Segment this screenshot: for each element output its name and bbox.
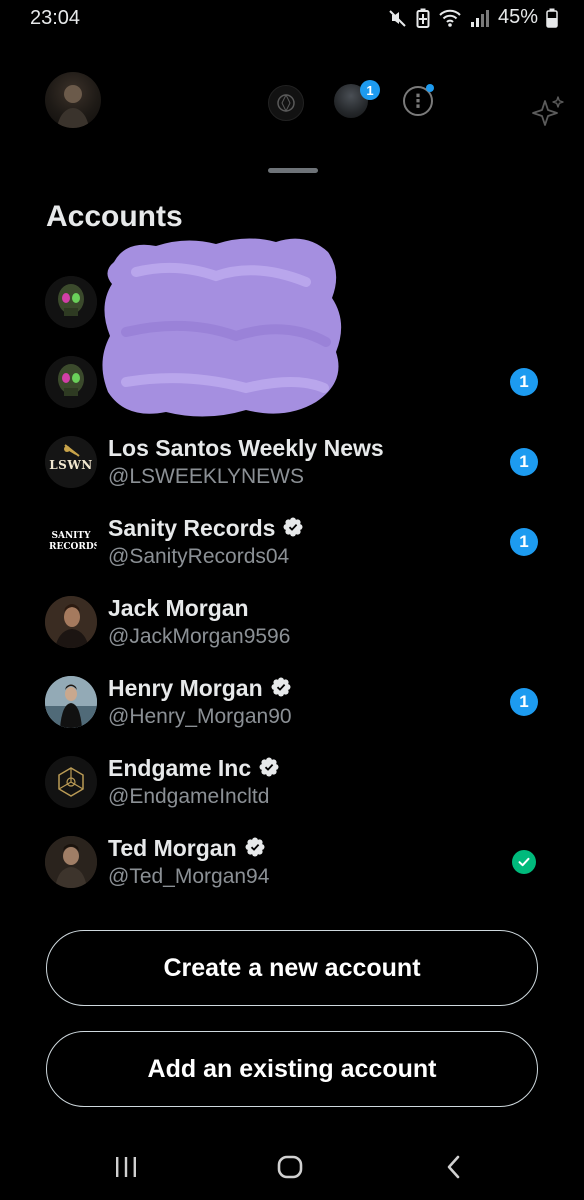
sheet-drag-handle[interactable] (268, 168, 318, 173)
skull-avatar (45, 356, 97, 408)
recent-apps-icon (116, 1157, 136, 1177)
notification-count-badge: 1 (510, 368, 538, 396)
battery-icon (546, 8, 558, 28)
lswn-logo-avatar: LSWN (45, 436, 97, 488)
henry-morgan-avatar (45, 676, 97, 728)
status-icons: 45% (388, 6, 558, 29)
account-row[interactable]: LSWN Los Santos Weekly News @LSWEEKLYNEW… (0, 422, 584, 502)
verified-badge-icon (259, 757, 279, 777)
account-name: Henry Morgan (108, 675, 291, 702)
home-button[interactable] (270, 1152, 310, 1182)
active-account-check-icon (512, 850, 536, 874)
accounts-title: Accounts (46, 200, 183, 233)
status-time: 23:04 (30, 7, 81, 29)
verified-badge-icon (271, 677, 291, 697)
add-existing-account-button[interactable]: Add an existing account (46, 1031, 538, 1107)
battery-percent: 45% (497, 6, 538, 28)
status-bar: 23:04 45% (0, 0, 584, 36)
account-handle: @SanityRecords04 (108, 545, 290, 568)
sanity-records-logo-avatar: SANITY RECORDS (45, 516, 97, 568)
background-profile-avatar[interactable] (45, 72, 101, 128)
recent-apps-button[interactable] (106, 1152, 146, 1182)
account-handle: @EndgameIncltd (108, 785, 270, 808)
sanity-logo-text: SANITY RECORDS (49, 531, 97, 552)
account-name: Los Santos Weekly News (108, 435, 384, 461)
notification-count-badge: 1 (510, 448, 538, 476)
wifi-icon (439, 9, 461, 27)
back-chevron-icon (447, 1155, 460, 1179)
sparkle-icon[interactable] (530, 95, 566, 131)
battery-saver-icon (416, 8, 430, 28)
account-name: Jack Morgan (108, 595, 249, 621)
account-name: Endgame Inc (108, 755, 279, 782)
account-handle: @Ted_Morgan94 (108, 865, 270, 888)
more-options-dot (426, 84, 434, 92)
account-row[interactable]: Jack Morgan @JackMorgan9596 (0, 582, 584, 662)
verified-badge-icon (283, 517, 303, 537)
account-handle: @JackMorgan9596 (108, 625, 291, 648)
background-endgame-avatar[interactable] (268, 85, 304, 121)
account-name: Ted Morgan (108, 835, 265, 862)
back-button[interactable] (434, 1152, 474, 1182)
redaction-scribble (102, 238, 342, 417)
ted-morgan-avatar (45, 836, 97, 888)
background-header: 1 ⋮ (0, 40, 584, 199)
account-row[interactable]: SANITY RECORDS Sanity Records @SanityRec… (0, 502, 584, 582)
endgame-logo-avatar (45, 756, 97, 808)
accounts-sheet: Accounts 1 LSWN Los Santos Weekly News @… (0, 160, 584, 1200)
lswn-logo-text: LSWN (49, 458, 93, 472)
skull-avatar (45, 276, 97, 328)
system-nav-bar (0, 1140, 584, 1200)
account-handle: @Henry_Morgan90 (108, 705, 292, 728)
notification-count-badge: 1 (510, 528, 538, 556)
signal-icon (470, 9, 489, 27)
mute-icon (389, 9, 406, 27)
account-handle: @LSWEEKLYNEWS (108, 465, 304, 488)
notification-count-badge: 1 (510, 688, 538, 716)
home-icon (277, 1155, 303, 1179)
account-row-active[interactable]: Ted Morgan @Ted_Morgan94 (0, 822, 584, 902)
create-account-button[interactable]: Create a new account (46, 930, 538, 1006)
jack-morgan-avatar (45, 596, 97, 648)
account-name: Sanity Records (108, 515, 303, 542)
account-row[interactable]: Henry Morgan @Henry_Morgan90 1 (0, 662, 584, 742)
background-notification-badge: 1 (360, 80, 380, 100)
account-row[interactable]: Endgame Inc @EndgameIncltd (0, 742, 584, 822)
verified-badge-icon (245, 837, 265, 857)
